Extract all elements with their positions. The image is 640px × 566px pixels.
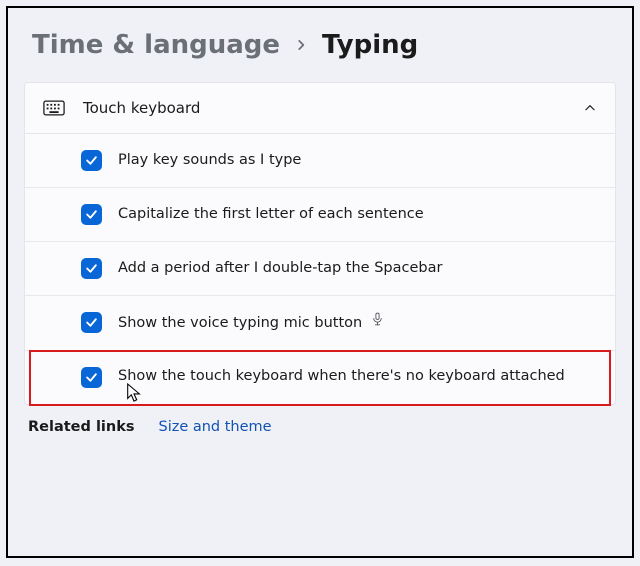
option-label: Play key sounds as I type [118,151,597,171]
option-row[interactable]: Show the voice typing mic button [25,296,615,351]
related-links-title: Related links [28,419,134,435]
option-row[interactable]: Capitalize the first letter of each sent… [25,188,615,242]
option-label: Show the touch keyboard when there's no … [118,367,597,387]
option-label: Add a period after I double-tap the Spac… [118,259,597,279]
checkbox[interactable] [81,312,102,333]
section-title: Touch keyboard [83,99,565,117]
touch-keyboard-header[interactable]: Touch keyboard [25,83,615,134]
keyboard-icon [43,100,65,116]
touch-keyboard-card: Touch keyboard Play key sounds as I type… [24,82,616,405]
chevron-right-icon [294,38,308,52]
checkbox[interactable] [81,258,102,279]
option-label: Capitalize the first letter of each sent… [118,205,597,225]
checkbox[interactable] [81,367,102,388]
checkbox[interactable] [81,204,102,225]
related-links: Related links Size and theme [24,405,616,435]
option-label: Show the voice typing mic button [118,312,597,334]
breadcrumb-current: Typing [322,30,418,60]
mic-icon [371,312,384,327]
breadcrumb-parent[interactable]: Time & language [32,30,280,60]
option-row[interactable]: Show the touch keyboard when there's no … [25,351,615,404]
option-row[interactable]: Add a period after I double-tap the Spac… [25,242,615,296]
breadcrumb: Time & language Typing [32,30,616,60]
chevron-up-icon [583,101,597,115]
checkbox[interactable] [81,150,102,171]
size-and-theme-link[interactable]: Size and theme [158,419,271,435]
option-row[interactable]: Play key sounds as I type [25,134,615,188]
